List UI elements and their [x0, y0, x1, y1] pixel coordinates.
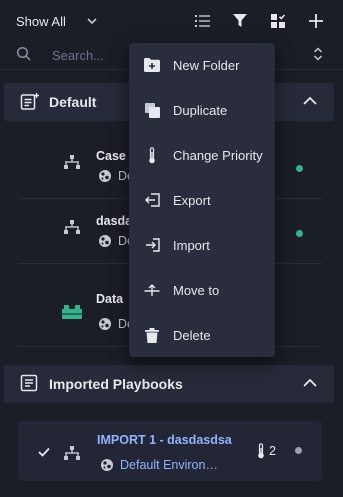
playbook-group-icon: [20, 93, 39, 110]
add-icon[interactable]: [306, 11, 326, 31]
move-icon: [143, 281, 161, 299]
menu-item-label: Move to: [173, 283, 220, 298]
filter-dropdown[interactable]: Show All: [16, 10, 98, 32]
playbook-name: Case I: [96, 149, 133, 163]
menu-item-move-to[interactable]: Move to: [129, 268, 275, 313]
filter-value: Show All: [16, 13, 66, 29]
playbook-name: IMPORT 1 - dasdasdsa: [97, 433, 232, 447]
thermometer-icon: [143, 146, 161, 164]
menu-item-new-folder[interactable]: New Folder: [129, 43, 275, 88]
group-title: Default: [49, 94, 97, 110]
hierarchy-icon: [64, 446, 80, 460]
menu-item-label: New Folder: [173, 58, 240, 73]
trash-icon: [143, 326, 161, 344]
menu-item-label: Duplicate: [173, 103, 228, 118]
thermometer-icon: [258, 443, 264, 459]
hierarchy-icon: [64, 155, 80, 169]
status-dot: [295, 447, 302, 454]
status-dot: [296, 230, 303, 237]
chevron-up-icon[interactable]: [302, 375, 318, 391]
check-icon: [38, 447, 50, 457]
block-icon: [62, 305, 82, 319]
menu-item-label: Delete: [173, 328, 211, 343]
status-dot: [296, 165, 303, 172]
export-icon: [143, 191, 161, 209]
sort-icon[interactable]: [313, 46, 323, 62]
hierarchy-icon: [64, 220, 80, 234]
playbook-name: Data: [96, 292, 124, 306]
environment-icon: [99, 170, 111, 182]
import-icon: [143, 236, 161, 254]
environment-label: Default Environ…: [100, 458, 218, 472]
environment-icon: [99, 318, 111, 330]
group-header-imported-playbooks[interactable]: Imported Playbooks: [4, 365, 334, 403]
context-menu: New Folder Duplicate Change Priority Exp…: [129, 43, 275, 357]
environment-icon: [101, 459, 113, 471]
menu-item-label: Import: [173, 238, 210, 253]
environment-name: Default Environ…: [120, 458, 218, 472]
menu-item-change-priority[interactable]: Change Priority: [129, 133, 275, 178]
folder-plus-icon: [143, 56, 161, 74]
menu-item-duplicate[interactable]: Duplicate: [129, 88, 275, 133]
chevron-down-icon: [87, 18, 97, 25]
menu-item-label: Export: [173, 193, 211, 208]
menu-item-import[interactable]: Import: [129, 223, 275, 268]
playbook-name: dasda: [96, 214, 133, 228]
priority-indicator: 2: [257, 443, 276, 459]
playbook-group-icon: [20, 374, 38, 392]
group-title: Imported Playbooks: [49, 376, 183, 392]
menu-item-export[interactable]: Export: [129, 178, 275, 223]
playbook-row-selected[interactable]: IMPORT 1 - dasdasdsa Default Environ… 2: [18, 421, 322, 481]
search-icon: [16, 46, 31, 61]
priority-value: 2: [269, 444, 276, 458]
grid-select-icon[interactable]: [268, 11, 288, 31]
environment-icon: [99, 235, 111, 247]
chevron-up-icon[interactable]: [302, 93, 318, 109]
duplicate-icon: [143, 101, 161, 119]
menu-item-label: Change Priority: [173, 148, 263, 163]
menu-item-delete[interactable]: Delete: [129, 313, 275, 358]
filter-funnel-icon[interactable]: [230, 11, 250, 31]
top-toolbar: Show All: [0, 0, 343, 42]
list-view-icon[interactable]: [193, 11, 213, 31]
